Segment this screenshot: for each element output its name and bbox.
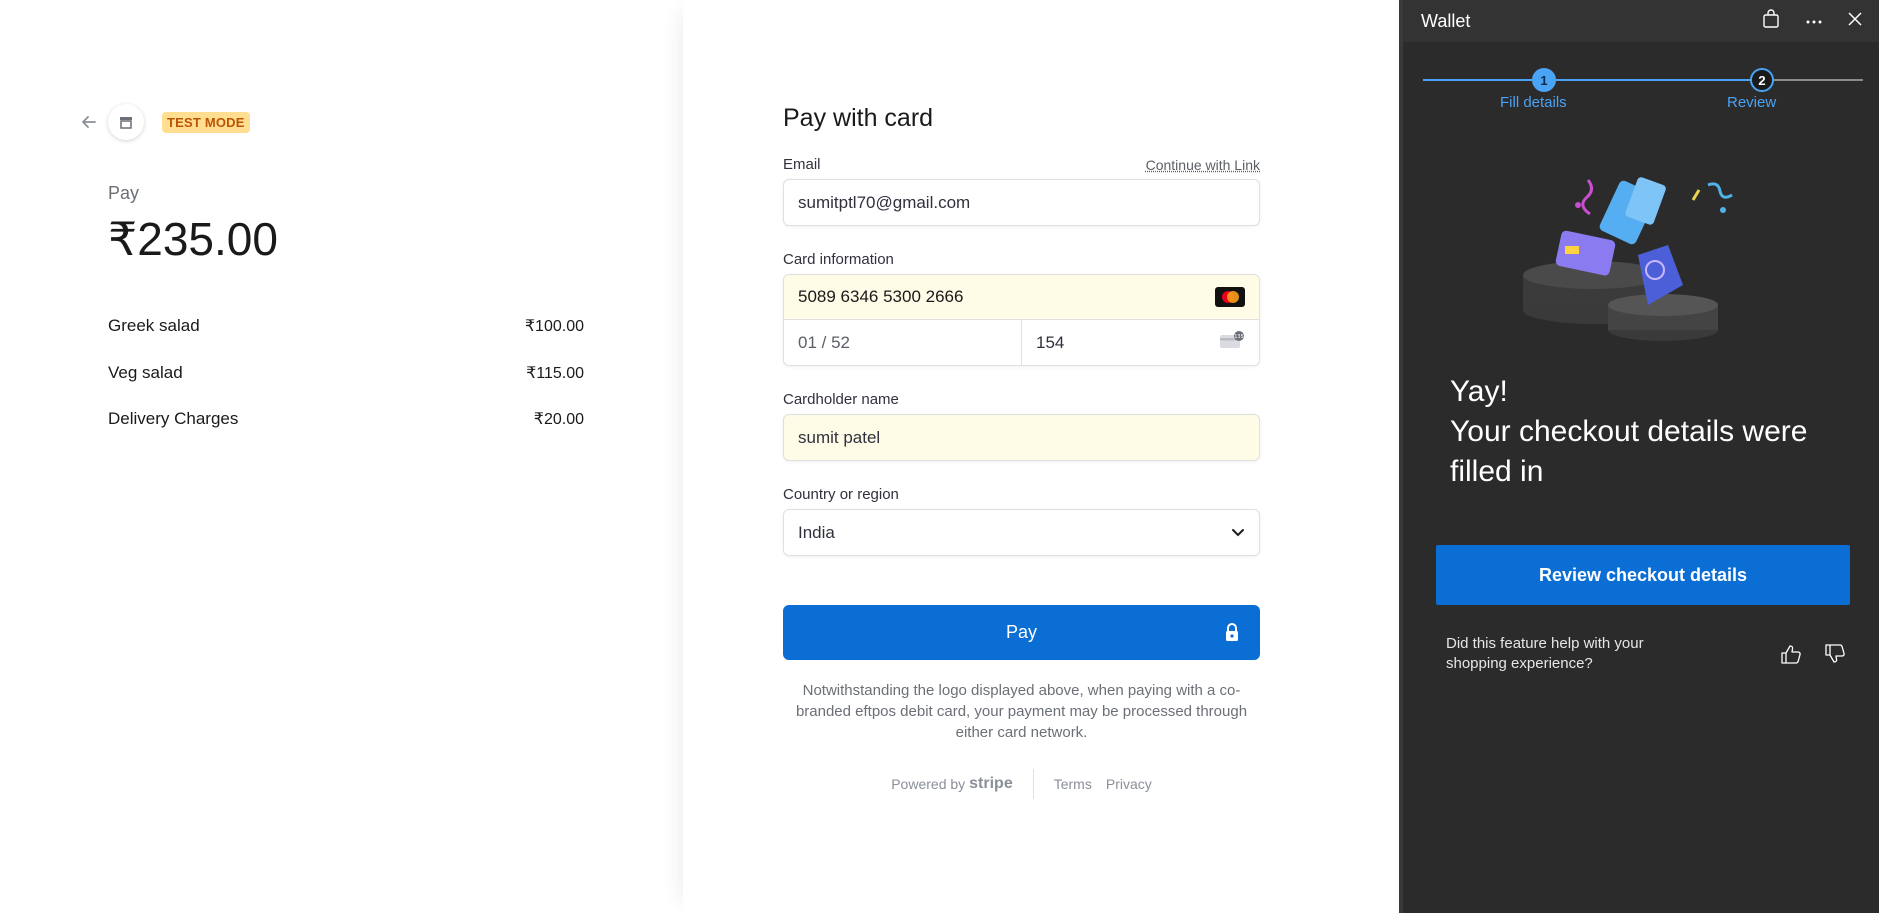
item-price: ₹115.00 (526, 364, 584, 382)
feedback-buttons (1780, 644, 1846, 669)
terms-link[interactable]: Terms (1054, 776, 1092, 792)
card-info-label: Card information (783, 251, 894, 268)
step-review-label: Review (1727, 94, 1777, 111)
feedback-question: Did this feature help with your shopping… (1446, 635, 1644, 672)
thumbs-up-icon[interactable] (1780, 644, 1802, 669)
svg-text:135: 135 (1234, 334, 1244, 340)
email-field[interactable]: sumitptl70@gmail.com (783, 179, 1260, 226)
wallet-header-icons (1761, 8, 1863, 34)
review-checkout-details-button[interactable]: Review checkout details (1436, 545, 1850, 605)
close-icon[interactable] (1847, 11, 1863, 32)
email-group: Email Continue with Link sumitptl70@gmai… (783, 156, 1260, 226)
wallet-stepper: 1 2 Fill details Review (1423, 68, 1863, 118)
order-summary-panel: TEST MODE Pay ₹235.00 Greek salad ₹100.0… (0, 0, 683, 913)
country-label-row: Country or region (783, 486, 1260, 503)
headline-line-1: Yay! (1450, 375, 1508, 408)
item-price: ₹20.00 (533, 411, 584, 428)
form-footer: Powered by stripe Terms Privacy (783, 769, 1260, 799)
cvc-value: 154 (1036, 332, 1065, 352)
footer-divider (1032, 769, 1034, 799)
powered-by-label: Powered by (891, 776, 966, 792)
store-icon[interactable] (108, 104, 144, 140)
card-info-block: 5089 6346 5300 2666 01 / 52 154 135 (783, 274, 1260, 366)
pay-label: Pay (108, 183, 140, 203)
test-mode-badge: TEST MODE (162, 111, 250, 133)
summary-topbar: TEST MODE (78, 104, 250, 140)
country-select[interactable]: India (783, 509, 1260, 556)
list-item: Delivery Charges ₹20.00 (108, 409, 584, 456)
wallet-title: Wallet (1421, 10, 1471, 31)
step-2-indicator: 2 (1750, 68, 1774, 92)
wallet-panel: Wallet 1 2 Fill details Review Yay! Your… (1399, 0, 1879, 913)
country-label: Country or region (783, 486, 899, 503)
more-options-icon[interactable] (1805, 12, 1823, 30)
feedback-row: Did this feature help with your shopping… (1446, 634, 1846, 674)
card-label-row: Card information (783, 251, 1260, 268)
card-group: Card information 5089 6346 5300 2666 01 … (783, 251, 1260, 366)
name-group: Cardholder name sumit patel (783, 391, 1260, 461)
list-item: Greek salad ₹100.00 (108, 316, 584, 363)
list-item: Veg salad ₹115.00 (108, 363, 584, 410)
eftpos-note: Notwithstanding the logo displayed above… (795, 682, 1248, 741)
continue-with-link[interactable]: Continue with Link (1146, 157, 1260, 173)
pay-button[interactable]: Pay (783, 605, 1260, 660)
stripe-logo[interactable]: stripe (969, 775, 1013, 793)
payment-form-panel: Pay with card Email Continue with Link s… (683, 0, 1400, 913)
item-name: Veg salad (108, 362, 183, 382)
cvc-card-icon: 135 (1219, 331, 1245, 354)
line-items: Greek salad ₹100.00 Veg salad ₹115.00 De… (108, 316, 584, 456)
card-expiry-cvc-row: 01 / 52 154 135 (784, 320, 1259, 365)
card-number-value: 5089 6346 5300 2666 (798, 287, 964, 306)
privacy-link[interactable]: Privacy (1106, 776, 1152, 792)
card-number-field[interactable]: 5089 6346 5300 2666 (784, 275, 1259, 320)
step-fill-details-label: Fill details (1500, 94, 1567, 111)
email-label-row: Email Continue with Link (783, 156, 1260, 173)
item-name: Delivery Charges (108, 409, 239, 428)
item-name: Greek salad (108, 316, 200, 335)
wallet-header: Wallet (1403, 0, 1879, 42)
item-price: ₹100.00 (524, 318, 584, 335)
pay-button-label: Pay (1005, 622, 1038, 642)
card-form: Pay with card Email Continue with Link s… (783, 104, 1260, 799)
checkout-success-illustration (1513, 160, 1753, 350)
cardholder-name-label: Cardholder name (783, 391, 899, 408)
country-group: Country or region India (783, 486, 1260, 556)
headline-line-2: Your checkout details were filled in (1450, 415, 1808, 488)
mastercard-icon (1215, 287, 1245, 307)
cardholder-name-field[interactable]: sumit patel (783, 414, 1260, 461)
total-amount: ₹235.00 (108, 213, 278, 265)
name-label-row: Cardholder name (783, 391, 1260, 408)
country-value: India (798, 522, 835, 542)
lock-icon (1224, 622, 1240, 647)
shopping-bag-icon[interactable] (1761, 8, 1781, 34)
form-title: Pay with card (783, 104, 934, 132)
chevron-down-icon (1231, 523, 1245, 543)
back-arrow-icon[interactable] (78, 111, 100, 133)
success-headline: Yay! Your checkout details were filled i… (1450, 372, 1850, 492)
expiry-field[interactable]: 01 / 52 (784, 320, 1022, 365)
step-1-indicator: 1 (1532, 68, 1556, 92)
email-label: Email (783, 156, 821, 173)
stepper-progress (1423, 79, 1753, 81)
cvc-field[interactable]: 154 135 (1022, 320, 1259, 365)
thumbs-down-icon[interactable] (1824, 644, 1846, 669)
